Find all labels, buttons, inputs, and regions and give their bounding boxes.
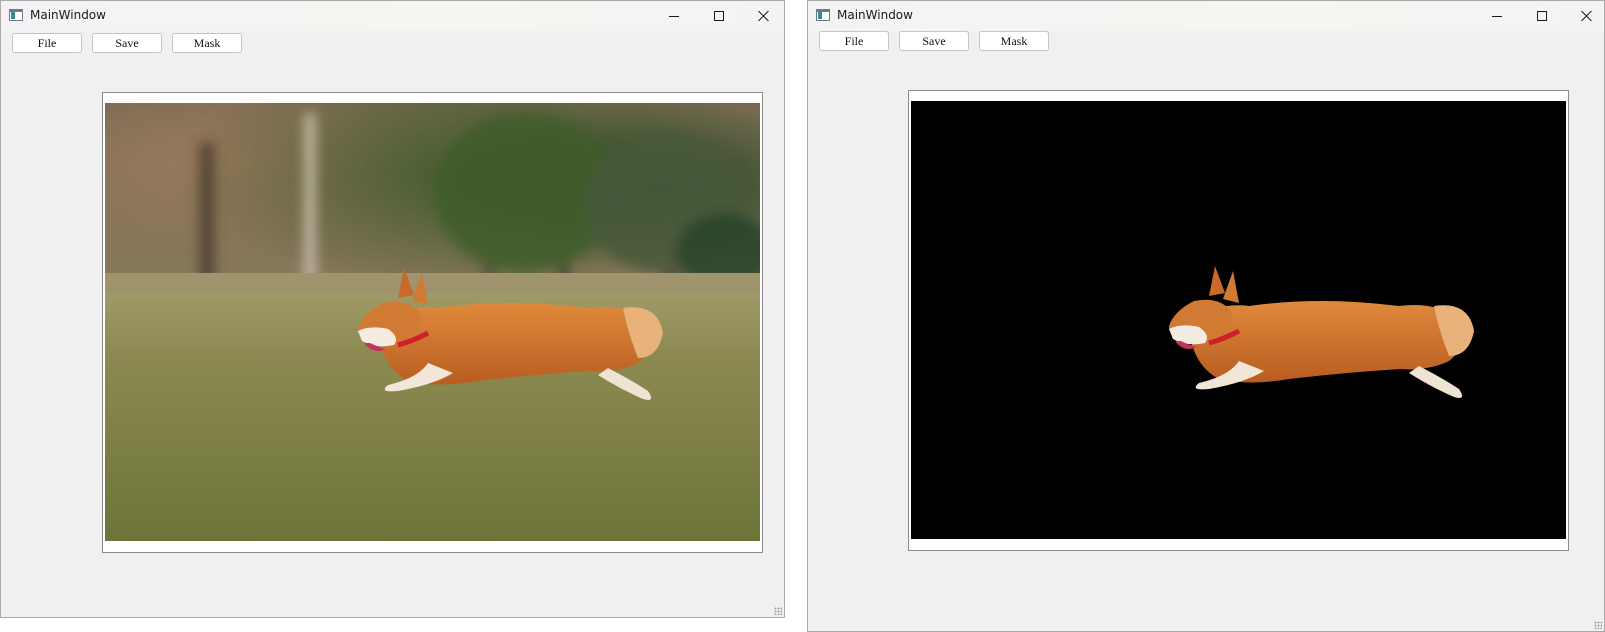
- maximize-icon: [1536, 11, 1547, 21]
- resize-grip[interactable]: [1594, 621, 1602, 629]
- app-window-icon: [9, 9, 23, 21]
- maximize-icon: [713, 11, 724, 21]
- original-photo: [105, 103, 760, 541]
- maximize-button[interactable]: [696, 1, 741, 31]
- maximize-button[interactable]: [1519, 1, 1564, 31]
- window-title: MainWindow: [30, 8, 106, 22]
- save-button[interactable]: Save: [92, 33, 162, 53]
- image-display-frame: [908, 90, 1569, 551]
- close-icon: [1581, 10, 1593, 22]
- save-button[interactable]: Save: [899, 31, 969, 51]
- window-title: MainWindow: [837, 8, 913, 22]
- title-bar[interactable]: MainWindow: [1, 1, 784, 31]
- file-button[interactable]: File: [819, 31, 889, 51]
- minimize-icon: [1491, 15, 1502, 17]
- minimize-icon: [668, 15, 679, 17]
- minimize-button[interactable]: [1474, 1, 1519, 31]
- close-button[interactable]: [1564, 1, 1605, 31]
- main-window-original: MainWindow File Save Mask: [0, 0, 785, 618]
- minimize-button[interactable]: [651, 1, 696, 31]
- close-icon: [758, 10, 770, 22]
- mask-result: [911, 101, 1566, 539]
- masked-corgi-image: [911, 101, 1566, 539]
- image-display-frame: [102, 92, 763, 553]
- mask-button[interactable]: Mask: [172, 33, 242, 53]
- file-button[interactable]: File: [12, 33, 82, 53]
- title-bar[interactable]: MainWindow: [808, 1, 1604, 31]
- main-window-mask: MainWindow File Save Mask: [807, 0, 1605, 632]
- resize-grip[interactable]: [774, 607, 782, 615]
- app-window-icon: [816, 9, 830, 21]
- mask-button[interactable]: Mask: [979, 31, 1049, 51]
- corgi-photo-image: [105, 103, 760, 541]
- close-button[interactable]: [741, 1, 786, 31]
